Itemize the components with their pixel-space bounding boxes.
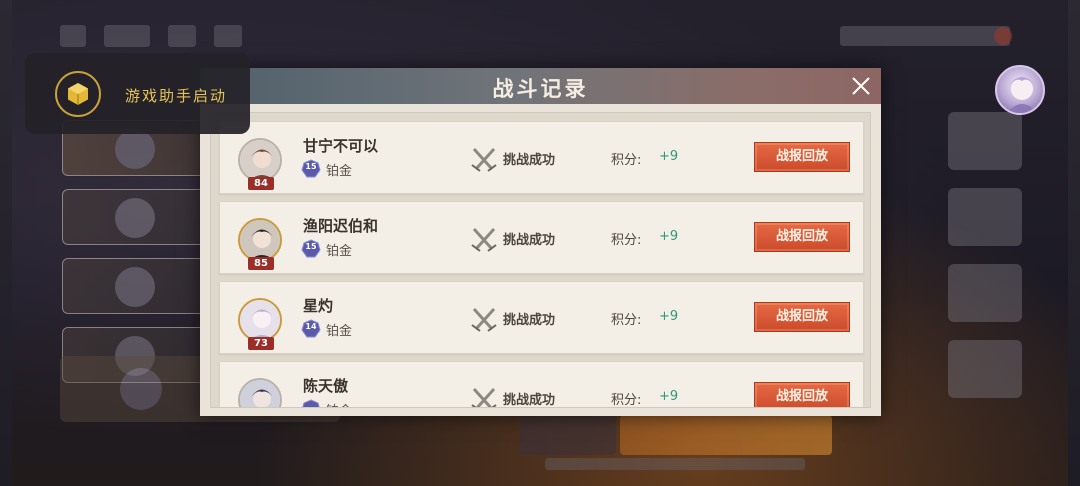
assistant-label: 游戏助手启动 <box>125 87 228 105</box>
opponent-portrait-icon <box>240 380 280 407</box>
rank-info: 铂金 <box>301 399 352 408</box>
background-topright-bar <box>840 26 1010 46</box>
opponent-avatar <box>238 218 282 262</box>
record-row-1: 84 甘宁不可以 15 铂金 挑战成功 积分: +9 战报回放 <box>219 121 864 194</box>
opponent-avatar <box>238 298 282 342</box>
player-avatar[interactable] <box>995 65 1045 115</box>
record-row-3: 73 星灼 14 铂金 挑战成功 积分: +9 战报回放 <box>219 281 864 354</box>
opponent-portrait-icon <box>240 300 280 340</box>
opponent-name: 渔阳迟伯和 <box>303 217 379 235</box>
crossed-swords-icon <box>470 225 498 253</box>
replay-button[interactable]: 战报回放 <box>754 382 850 407</box>
background-list <box>62 120 212 390</box>
rank-name: 铂金 <box>326 323 353 339</box>
modal-title: 战斗记录 <box>492 76 589 101</box>
rank-number: 15 <box>305 162 317 171</box>
opponent-avatar <box>238 138 282 182</box>
background-orange-button <box>620 415 832 455</box>
opponent-name: 甘宁不可以 <box>303 137 379 155</box>
opponent-avatar <box>238 378 282 407</box>
modal-header: 战斗记录 <box>200 68 881 104</box>
rank-name: 铂金 <box>326 400 352 408</box>
background-edge-right <box>1068 0 1080 486</box>
score-label: 积分: <box>611 313 642 328</box>
replay-button[interactable]: 战报回放 <box>754 142 850 172</box>
rank-info: 15 铂金 <box>301 239 352 259</box>
score-label: 积分: <box>611 153 642 168</box>
background-right-menu <box>948 112 1022 398</box>
rank-badge-icon: 15 <box>301 239 321 259</box>
opponent-portrait-icon <box>240 140 280 180</box>
opponent-name: 星灼 <box>303 297 334 315</box>
score-label: 积分: <box>611 393 642 408</box>
rank-info: 14 铂金 <box>301 319 352 339</box>
score-label: 积分: <box>611 233 642 248</box>
record-list-container[interactable]: 84 甘宁不可以 15 铂金 挑战成功 积分: +9 战报回放 85 渔阳迟伯和… <box>210 112 871 408</box>
rank-info: 15 铂金 <box>301 159 352 179</box>
level-badge: 73 <box>248 337 274 350</box>
level-badge: 84 <box>248 177 274 190</box>
rank-badge-icon: 15 <box>301 159 321 179</box>
background-topright-dot <box>994 27 1012 45</box>
opponent-name: 陈天傲 <box>303 377 349 395</box>
rank-number: 14 <box>305 322 317 331</box>
crossed-swords-icon <box>470 305 498 333</box>
score-value: +9 <box>659 309 679 324</box>
rank-badge-icon <box>301 399 321 407</box>
rank-number: 15 <box>305 242 317 251</box>
score-value: +9 <box>659 229 679 244</box>
opponent-portrait-icon <box>240 220 280 260</box>
record-row-4: 陈天傲 铂金 挑战成功 积分: +9 战报回放 <box>219 361 864 408</box>
level-badge: 85 <box>248 257 274 270</box>
hexagon-box-icon <box>55 71 101 117</box>
close-icon[interactable] <box>851 76 871 96</box>
rank-name: 铂金 <box>326 163 353 179</box>
background-bottom-text <box>545 458 805 470</box>
record-list: 84 甘宁不可以 15 铂金 挑战成功 积分: +9 战报回放 85 渔阳迟伯和… <box>219 121 864 408</box>
score-value: +9 <box>659 389 679 404</box>
record-row-2: 85 渔阳迟伯和 15 铂金 挑战成功 积分: +9 战报回放 <box>219 201 864 274</box>
rank-name: 铂金 <box>326 243 353 259</box>
battle-result: 挑战成功 <box>503 153 556 168</box>
replay-button[interactable]: 战报回放 <box>754 222 850 252</box>
battle-result: 挑战成功 <box>503 313 556 328</box>
battle-result: 挑战成功 <box>503 393 556 408</box>
crossed-swords-icon <box>470 385 498 407</box>
game-assistant-toast[interactable]: 游戏助手启动 <box>25 53 250 134</box>
replay-button[interactable]: 战报回放 <box>754 302 850 332</box>
background-dark-button <box>520 415 616 455</box>
background-edge-left <box>0 0 12 486</box>
rank-badge-icon: 14 <box>301 319 321 339</box>
battle-result: 挑战成功 <box>503 233 556 248</box>
score-value: +9 <box>659 149 679 164</box>
background-topbar <box>60 18 280 54</box>
crossed-swords-icon <box>470 145 498 173</box>
battle-record-modal: 战斗记录 84 甘宁不可以 15 铂金 挑战成功 积分: +9 战报回放 85 … <box>200 68 881 416</box>
